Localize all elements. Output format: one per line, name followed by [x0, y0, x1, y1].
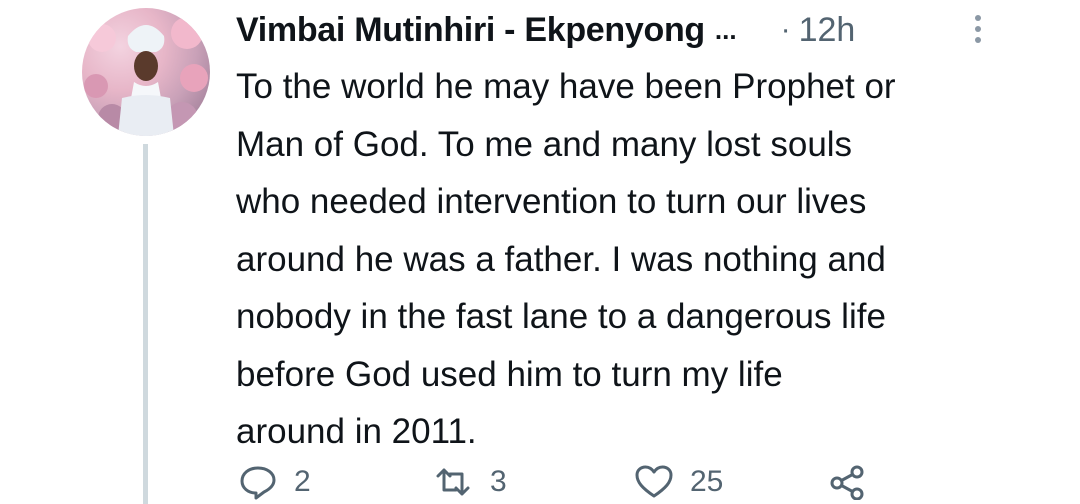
retweet-count: 3: [490, 465, 507, 498]
tweet-text-line: Man of God. To me and many lost souls: [236, 124, 853, 164]
tweet-text-line: who needed intervention to turn our live…: [236, 182, 867, 221]
reply-icon: [240, 466, 276, 500]
tweet-text-line: around in 2011.: [236, 412, 477, 451]
retweet-icon: [436, 468, 470, 496]
retweet-button[interactable]: 3: [432, 462, 507, 502]
like-count: 25: [690, 465, 724, 498]
avatar[interactable]: [82, 8, 210, 136]
name-truncation: ...: [714, 14, 737, 45]
more-options-button[interactable]: [970, 12, 986, 46]
tweet-text-line: around he was a father. I was nothing an…: [236, 239, 886, 279]
tweet-text-line: To the world he may have been Prophet or: [236, 67, 896, 106]
tweet-actions: 2 3 25: [236, 462, 1036, 502]
tweet-header: Vimbai Mutinhiri - Ekpenyong ... · 12h: [236, 4, 1056, 56]
reply-count: 2: [294, 465, 311, 498]
timestamp[interactable]: 12h: [799, 11, 856, 50]
more-vertical-icon: [975, 15, 981, 43]
like-button[interactable]: 25: [634, 462, 723, 502]
avatar-image: [84, 17, 208, 136]
reply-button[interactable]: 2: [238, 462, 311, 502]
share-icon: [830, 465, 864, 500]
tweet-text-line: before God used him to turn my life: [236, 354, 783, 394]
share-button[interactable]: [828, 462, 868, 502]
tweet-text: To the world he may have been Prophet or…: [236, 58, 1036, 461]
tweet[interactable]: Vimbai Mutinhiri - Ekpenyong ... · 12h T…: [0, 0, 1080, 504]
thread-line: [143, 144, 148, 504]
tweet-text-line: nobody in the fast lane to a dangerous l…: [236, 297, 886, 336]
heart-icon: [635, 465, 673, 498]
separator-dot: ·: [780, 13, 791, 46]
author-name[interactable]: Vimbai Mutinhiri - Ekpenyong: [236, 11, 705, 50]
